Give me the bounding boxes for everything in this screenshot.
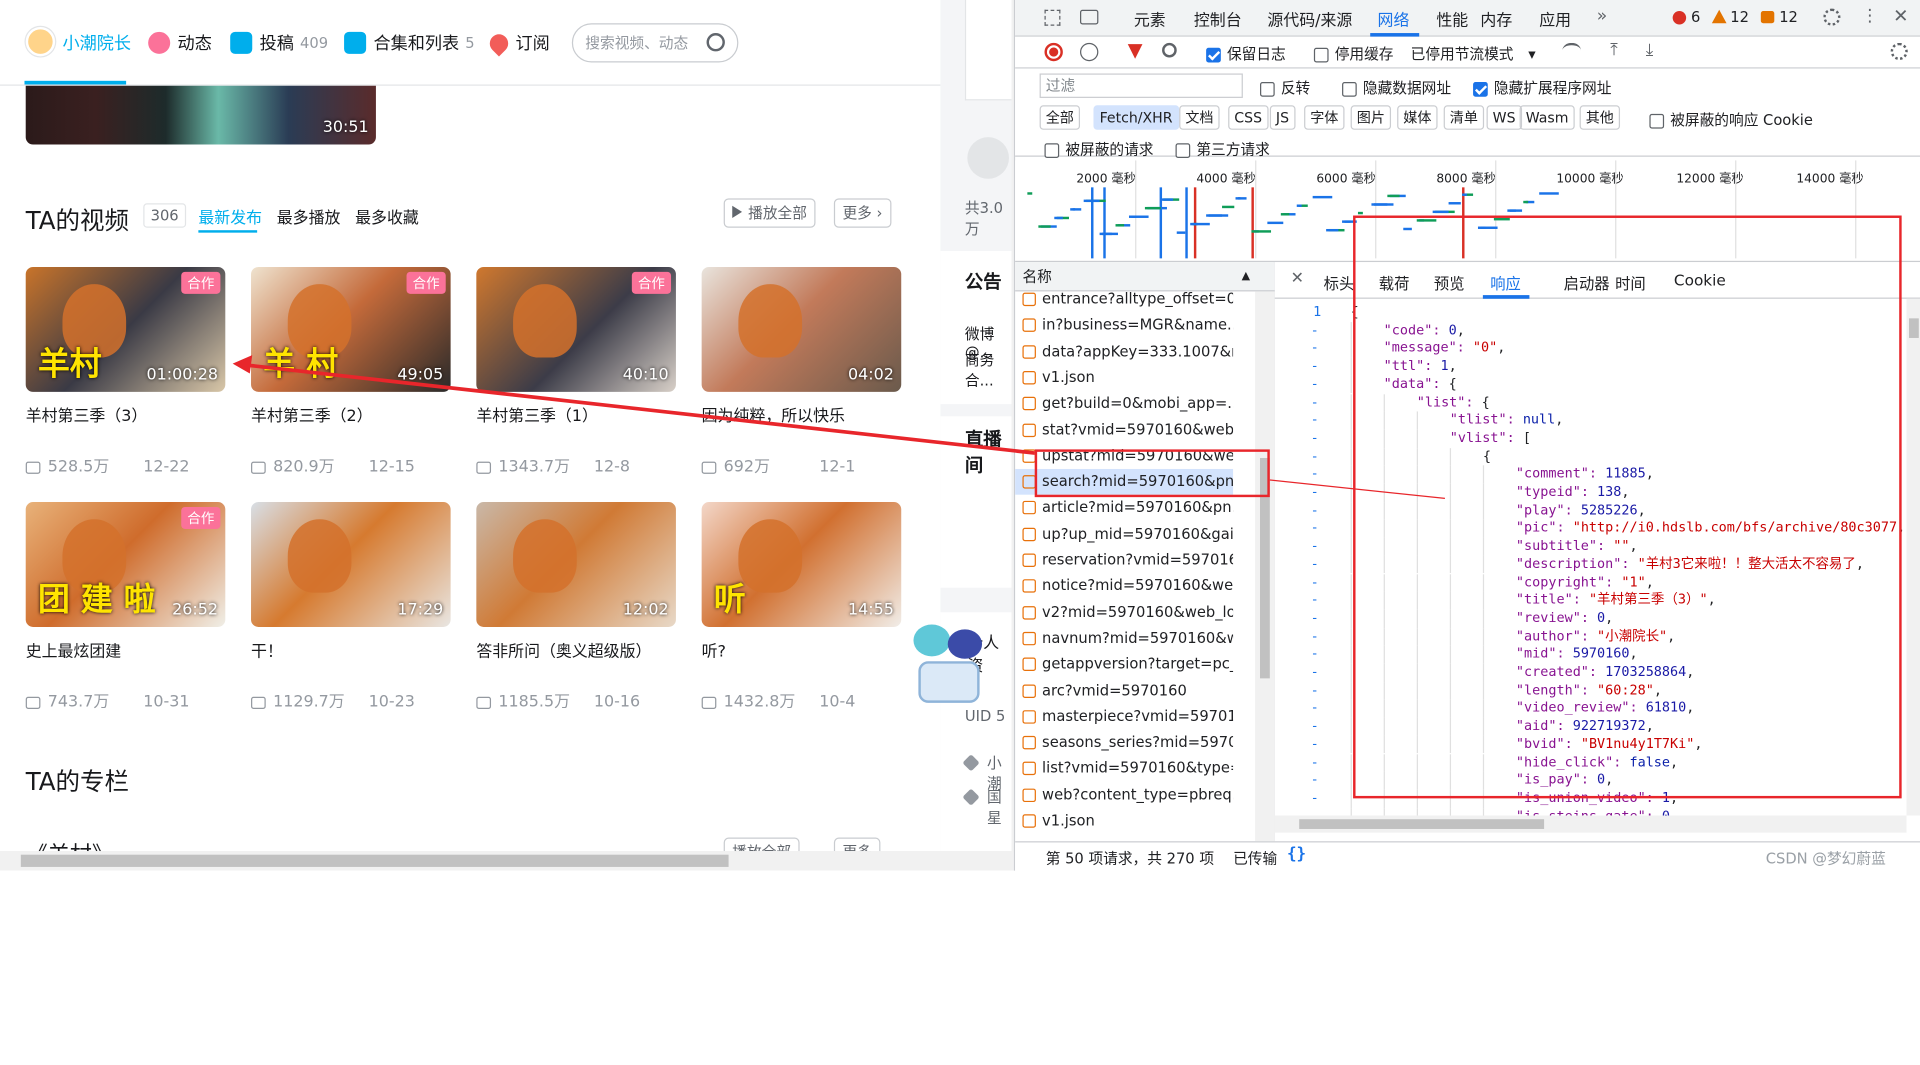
arrow-head <box>232 355 253 374</box>
thin-arrow-line <box>1269 479 1445 499</box>
annotation-arrows <box>232 355 1445 499</box>
arrow-line-to-video <box>244 363 1035 455</box>
